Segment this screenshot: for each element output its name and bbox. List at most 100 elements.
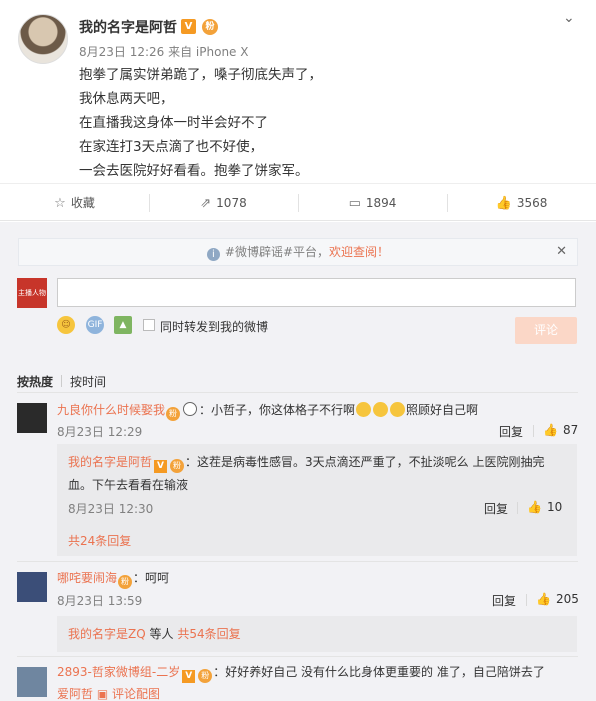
comment-body-end: 照顾好自己啊 [406,403,479,417]
divider [17,656,578,657]
repost-checkbox[interactable] [143,319,155,331]
post-meta: 8月23日 12:26 来自 iPhone X [79,45,249,59]
close-icon[interactable]: ✕ [556,239,567,265]
repost-button[interactable]: ⇗ 1078 [149,184,298,222]
thumb-up-icon: 👍 [536,592,551,606]
fan-medal-icon[interactable]: 粉 [202,19,218,35]
comment-like-count: 87 [562,423,579,437]
fan-medal-icon: 粉 [118,575,133,589]
comment-like-count: 205 [555,592,579,606]
more-replies-link[interactable]: 共24条回复 [68,532,131,549]
image-icon: ▣ [96,687,109,701]
favorite-label: 收藏 [70,196,95,210]
tab-time[interactable]: 按时间 [70,375,106,389]
post-body: 抱拳了属实饼弟跪了，嗓子彻底失声了， 我休息两天吧， 在直播我这身体一时半会好不… [79,63,322,183]
fan-medal-icon: 粉 [166,407,181,421]
comment-body: ：好好养好自己 没有什么比身体更重要的 准了，自己陪饼去了 [213,665,545,679]
more-replies-link[interactable]: 共54条回复 [177,627,240,641]
sub-reply-text: 我的名字是阿哲 V 粉：这茬是病毒性感冒。3天点滴还严重了，不扯淡呢么 上医院刚抽完 [68,453,544,473]
sub-reply-body: ：这茬是病毒性感冒。3天点滴还严重了，不扯淡呢么 上医院刚抽完 [185,455,545,469]
weibo-post: 我的名字是阿哲 V 粉 ⌄ 8月23日 12:26 来自 iPhone X 抱拳… [0,0,596,183]
sub-like-count: 10 [546,500,563,514]
chevron-down-icon[interactable]: ⌄ [563,10,579,26]
author-name[interactable]: 我的名字是阿哲 [79,17,177,37]
commenter-avatar[interactable] [17,572,47,602]
mention-link[interactable]: 爱阿哲 [57,687,93,701]
comment-text: 哪咤要闹海粉：呵呵 [57,569,169,589]
sub-reply-name[interactable]: 我的名字是ZQ [68,627,146,641]
star-icon: ☆ [54,196,66,211]
emoji-icon[interactable]: ☺ [57,316,75,334]
comment-image-link[interactable]: 评论配图 [112,687,160,701]
post-line: 一会去医院好好看看。抱拳了饼家军。 [79,163,309,179]
sub-reply-text-2: 血。下午去看看在输液 [68,478,189,492]
sub-reply-summary: 我的名字是ZQ 等人 共54条回复 [68,625,241,643]
divider [533,425,534,437]
fan-medal-icon: 粉 [170,459,185,473]
comment-time: 8月23日 12:29 [57,425,143,439]
reply-button[interactable]: 回复 [499,423,523,440]
watermark [537,664,595,696]
favorite-button[interactable]: ☆ 收藏 [0,184,149,222]
comment-text: 2893-哲家微博组-二岁 V 粉：好好养好自己 没有什么比身体更重要的 准了，自己… [57,663,545,683]
post-line: 在直播我这身体一时半会好不了 [79,115,268,131]
divider [526,594,527,606]
commenter-avatar[interactable] [17,403,47,433]
like-count: 3568 [516,196,548,210]
author-avatar[interactable] [18,14,68,64]
tab-hot[interactable]: 按热度 [17,375,53,389]
comment-like-button[interactable]: 👍 205 [536,592,579,606]
sub-replies: 我的名字是ZQ 等人 共54条回复 [57,616,577,652]
post-line: 抱拳了属实饼弟跪了，嗓子彻底失声了， [79,67,322,83]
sub-reply-name[interactable]: 我的名字是阿哲 [68,455,152,469]
image-icon[interactable]: ▲ [114,316,132,334]
verified-icon: V [154,460,168,473]
like-button[interactable]: 👍 3568 [447,184,596,222]
comment-button[interactable]: ▭ 1894 [298,184,447,222]
comment-count: 1894 [365,196,397,210]
comment-like-button[interactable]: 👍 87 [543,423,578,437]
notice-link[interactable]: 欢迎查阅！ [329,245,389,259]
action-bar: ☆ 收藏 ⇗ 1078 ▭ 1894 👍 3568 [0,183,596,221]
divider [17,392,578,393]
reply-button[interactable]: 回复 [492,592,516,609]
emoji-icon [356,402,372,417]
comments-panel: i #微博辟谣#平台，欢迎查阅！ ✕ 主播人物 ☺ GIF ▲ 同时转发到我的微博… [0,222,596,701]
comment-time: 8月23日 13:59 [57,594,143,608]
comment-input[interactable] [57,278,576,307]
comment-text: 九良你什么时候娶我粉 ：小哲子，你这体格子不行啊 照顾好自己啊 [57,401,478,421]
sort-tabs: 按热度 按时间 [17,373,106,390]
comment-text-2: 爱阿哲 ▣ 评论配图 [57,685,160,701]
gif-icon[interactable]: GIF [86,316,104,334]
comment-body: ：小哲子，你这体格子不行啊 [199,403,356,417]
verified-icon: V [181,19,196,34]
commenter-name[interactable]: 九良你什么时候娶我 [57,403,165,417]
panda-icon [183,402,198,416]
info-icon: i [206,248,220,261]
post-line: 我休息两天吧， [79,91,174,107]
comment-icon: ▭ [348,196,361,211]
my-avatar: 主播人物 [17,278,47,308]
commenter-avatar[interactable] [17,667,47,697]
divider [517,502,518,514]
thumb-up-icon: 👍 [543,423,558,437]
reply-button[interactable]: 回复 [484,500,508,517]
repost-checkbox-label: 同时转发到我的微博 [160,320,269,334]
verified-icon: V [182,670,196,683]
commenter-name[interactable]: 2893-哲家微博组-二岁 [57,665,180,679]
emoji-icon [390,402,406,417]
notice-text: #微博辟谣#平台， [224,245,330,259]
post-line: 在家连打3天点滴了也不好使， [79,139,264,155]
emoji-icon [373,402,389,417]
divider [61,375,63,387]
sub-like-button[interactable]: 👍 10 [527,500,562,514]
sub-reply-time: 8月23日 12:30 [68,502,154,516]
divider [17,561,578,562]
rumor-notice: i #微博辟谣#平台，欢迎查阅！ ✕ [18,238,578,266]
commenter-name[interactable]: 哪咤要闹海 [57,571,117,585]
repost-count: 1078 [216,196,247,210]
repost-icon: ⇗ [200,196,212,211]
submit-comment-button[interactable]: 评论 [515,317,577,344]
thumb-up-icon: 👍 [527,500,542,514]
sub-replies: 我的名字是阿哲 V 粉：这茬是病毒性感冒。3天点滴还严重了，不扯淡呢么 上医院刚抽完… [57,444,577,556]
